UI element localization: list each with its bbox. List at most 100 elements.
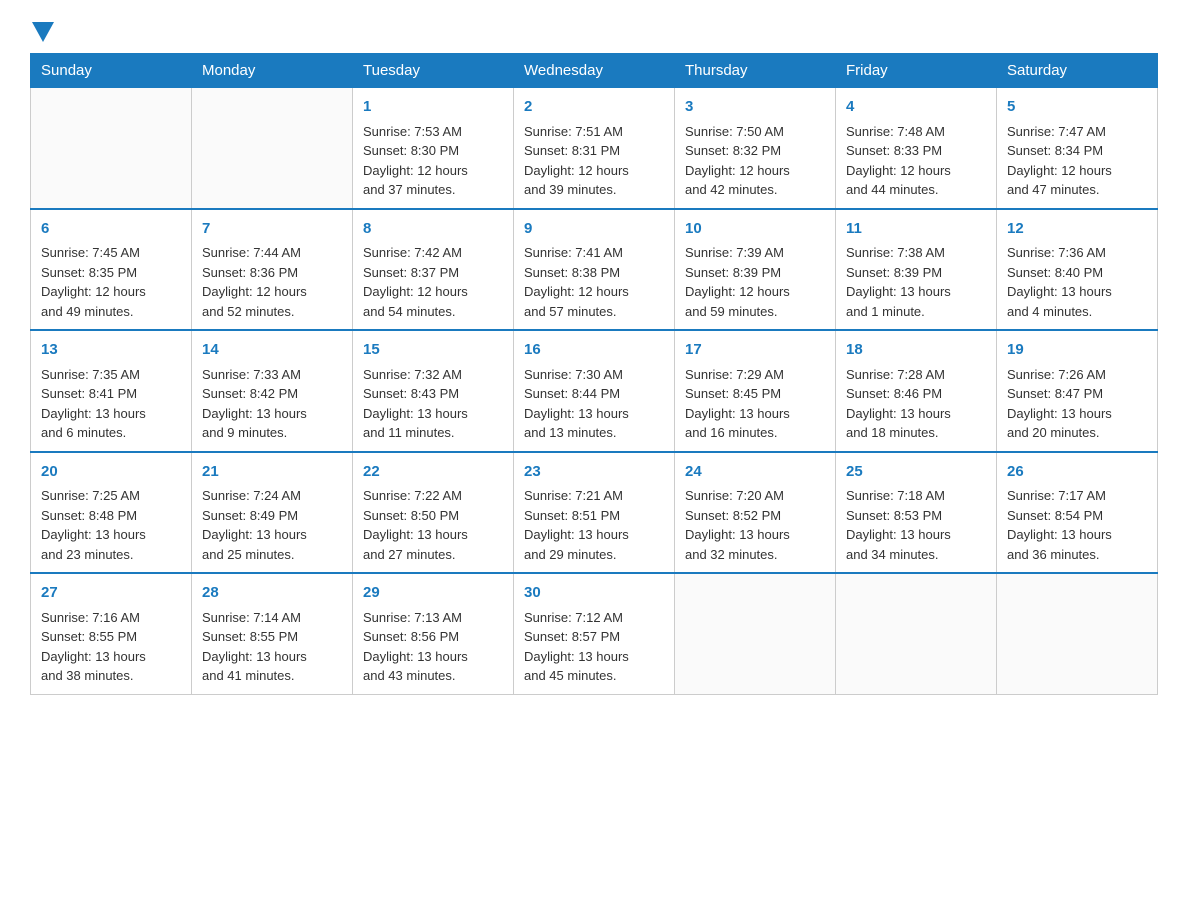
day-info-text: Daylight: 13 hours [202, 525, 342, 545]
day-info-text: Sunrise: 7:24 AM [202, 486, 342, 506]
day-info-text: Sunset: 8:56 PM [363, 627, 503, 647]
calendar-cell [31, 88, 192, 209]
day-info-text: Sunset: 8:38 PM [524, 263, 664, 283]
day-info-text: Sunset: 8:48 PM [41, 506, 181, 526]
day-info-text: Daylight: 12 hours [524, 282, 664, 302]
calendar-cell: 5Sunrise: 7:47 AMSunset: 8:34 PMDaylight… [997, 88, 1158, 209]
day-info-text: Daylight: 13 hours [846, 282, 986, 302]
day-number: 24 [685, 461, 825, 484]
day-info-text: and 18 minutes. [846, 423, 986, 443]
day-info-text: and 13 minutes. [524, 423, 664, 443]
day-info-text: Sunrise: 7:38 AM [846, 243, 986, 263]
calendar-cell: 24Sunrise: 7:20 AMSunset: 8:52 PMDayligh… [675, 452, 836, 574]
calendar-header-saturday: Saturday [997, 54, 1158, 88]
day-info-text: Daylight: 13 hours [41, 404, 181, 424]
day-info-text: Daylight: 13 hours [1007, 282, 1147, 302]
day-info-text: and 54 minutes. [363, 302, 503, 322]
calendar-cell: 2Sunrise: 7:51 AMSunset: 8:31 PMDaylight… [514, 88, 675, 209]
calendar-header-tuesday: Tuesday [353, 54, 514, 88]
day-number: 8 [363, 218, 503, 241]
day-info-text: and 16 minutes. [685, 423, 825, 443]
day-info-text: Sunrise: 7:50 AM [685, 122, 825, 142]
day-number: 13 [41, 339, 181, 362]
day-number: 22 [363, 461, 503, 484]
day-info-text: and 57 minutes. [524, 302, 664, 322]
day-info-text: Sunrise: 7:16 AM [41, 608, 181, 628]
calendar-cell: 28Sunrise: 7:14 AMSunset: 8:55 PMDayligh… [192, 573, 353, 694]
day-info-text: Sunrise: 7:13 AM [363, 608, 503, 628]
calendar-cell: 25Sunrise: 7:18 AMSunset: 8:53 PMDayligh… [836, 452, 997, 574]
calendar-cell: 26Sunrise: 7:17 AMSunset: 8:54 PMDayligh… [997, 452, 1158, 574]
day-info-text: Sunset: 8:34 PM [1007, 141, 1147, 161]
calendar-cell: 13Sunrise: 7:35 AMSunset: 8:41 PMDayligh… [31, 330, 192, 452]
day-number: 30 [524, 582, 664, 605]
calendar-cell: 30 Sunrise: 7:12 AMSunset: 8:57 PMDayligh… [514, 573, 675, 694]
day-info-text: Sunset: 8:33 PM [846, 141, 986, 161]
calendar-cell: 9Sunrise: 7:41 AMSunset: 8:38 PMDaylight… [514, 209, 675, 331]
calendar-cell: 20Sunrise: 7:25 AMSunset: 8:48 PMDayligh… [31, 452, 192, 574]
day-info-text: Sunrise: 7:25 AM [41, 486, 181, 506]
day-info-text: Sunrise: 7:32 AM [363, 365, 503, 385]
calendar-cell: 10Sunrise: 7:39 AMSunset: 8:39 PMDayligh… [675, 209, 836, 331]
calendar-cell: 6Sunrise: 7:45 AMSunset: 8:35 PMDaylight… [31, 209, 192, 331]
day-info-text: Daylight: 13 hours [524, 404, 664, 424]
day-info-text: Sunset: 8:37 PM [363, 263, 503, 283]
calendar-cell: 3Sunrise: 7:50 AMSunset: 8:32 PMDaylight… [675, 88, 836, 209]
day-info-text: Sunset: 8:50 PM [363, 506, 503, 526]
day-number: 25 [846, 461, 986, 484]
day-number: 4 [846, 96, 986, 119]
day-number: 18 [846, 339, 986, 362]
day-info-text: Sunrise: 7:14 AM [202, 608, 342, 628]
day-info-text: Daylight: 12 hours [363, 282, 503, 302]
day-info-text: Daylight: 13 hours [524, 647, 664, 667]
day-number: 2 [524, 96, 664, 119]
day-info-text: and 47 minutes. [1007, 180, 1147, 200]
day-info-text: Daylight: 13 hours [363, 525, 503, 545]
day-info-text: Sunset: 8:35 PM [41, 263, 181, 283]
day-number: 23 [524, 461, 664, 484]
day-info-text: Daylight: 12 hours [846, 161, 986, 181]
day-info-text: and 34 minutes. [846, 545, 986, 565]
day-info-text: Sunrise: 7:53 AM [363, 122, 503, 142]
day-info-text: Sunrise: 7:39 AM [685, 243, 825, 263]
day-info-text: Sunset: 8:42 PM [202, 384, 342, 404]
day-info-text: Sunset: 8:47 PM [1007, 384, 1147, 404]
calendar-cell [675, 573, 836, 694]
calendar-cell: 27Sunrise: 7:16 AMSunset: 8:55 PMDayligh… [31, 573, 192, 694]
day-info-text: and 36 minutes. [1007, 545, 1147, 565]
day-info-text: Sunset: 8:39 PM [846, 263, 986, 283]
day-info-text: and 23 minutes. [41, 545, 181, 565]
day-info-text: Sunset: 8:40 PM [1007, 263, 1147, 283]
day-info-text: Sunrise: 7:36 AM [1007, 243, 1147, 263]
day-info-text: and 27 minutes. [363, 545, 503, 565]
calendar-cell: 7Sunrise: 7:44 AMSunset: 8:36 PMDaylight… [192, 209, 353, 331]
day-info-text: Sunset: 8:45 PM [685, 384, 825, 404]
calendar-week-row: 20Sunrise: 7:25 AMSunset: 8:48 PMDayligh… [31, 452, 1158, 574]
day-info-text: Sunset: 8:57 PM [524, 627, 664, 647]
day-info-text: Daylight: 13 hours [846, 525, 986, 545]
day-info-text: Sunset: 8:55 PM [202, 627, 342, 647]
day-info-text: Sunset: 8:32 PM [685, 141, 825, 161]
day-info-text: and 20 minutes. [1007, 423, 1147, 443]
day-number: 5 [1007, 96, 1147, 119]
calendar-header-wednesday: Wednesday [514, 54, 675, 88]
calendar-cell: 1Sunrise: 7:53 AMSunset: 8:30 PMDaylight… [353, 88, 514, 209]
day-number: 11 [846, 218, 986, 241]
calendar-cell: 16Sunrise: 7:30 AMSunset: 8:44 PMDayligh… [514, 330, 675, 452]
day-info-text: Sunrise: 7:22 AM [363, 486, 503, 506]
day-info-text: Daylight: 13 hours [202, 404, 342, 424]
day-info-text: Daylight: 13 hours [685, 404, 825, 424]
day-info-text: Sunrise: 7:45 AM [41, 243, 181, 263]
day-info-text: Daylight: 13 hours [846, 404, 986, 424]
day-info-text: Daylight: 13 hours [524, 525, 664, 545]
day-number: 29 [363, 582, 503, 605]
day-info-text: Sunrise: 7:12 AM [524, 608, 664, 628]
day-info-text: Sunset: 8:52 PM [685, 506, 825, 526]
day-info-text: and 44 minutes. [846, 180, 986, 200]
day-info-text: Sunrise: 7:35 AM [41, 365, 181, 385]
day-number: 16 [524, 339, 664, 362]
day-number: 7 [202, 218, 342, 241]
page-header [30, 20, 1158, 43]
day-info-text: Daylight: 12 hours [685, 282, 825, 302]
day-info-text: Sunrise: 7:29 AM [685, 365, 825, 385]
